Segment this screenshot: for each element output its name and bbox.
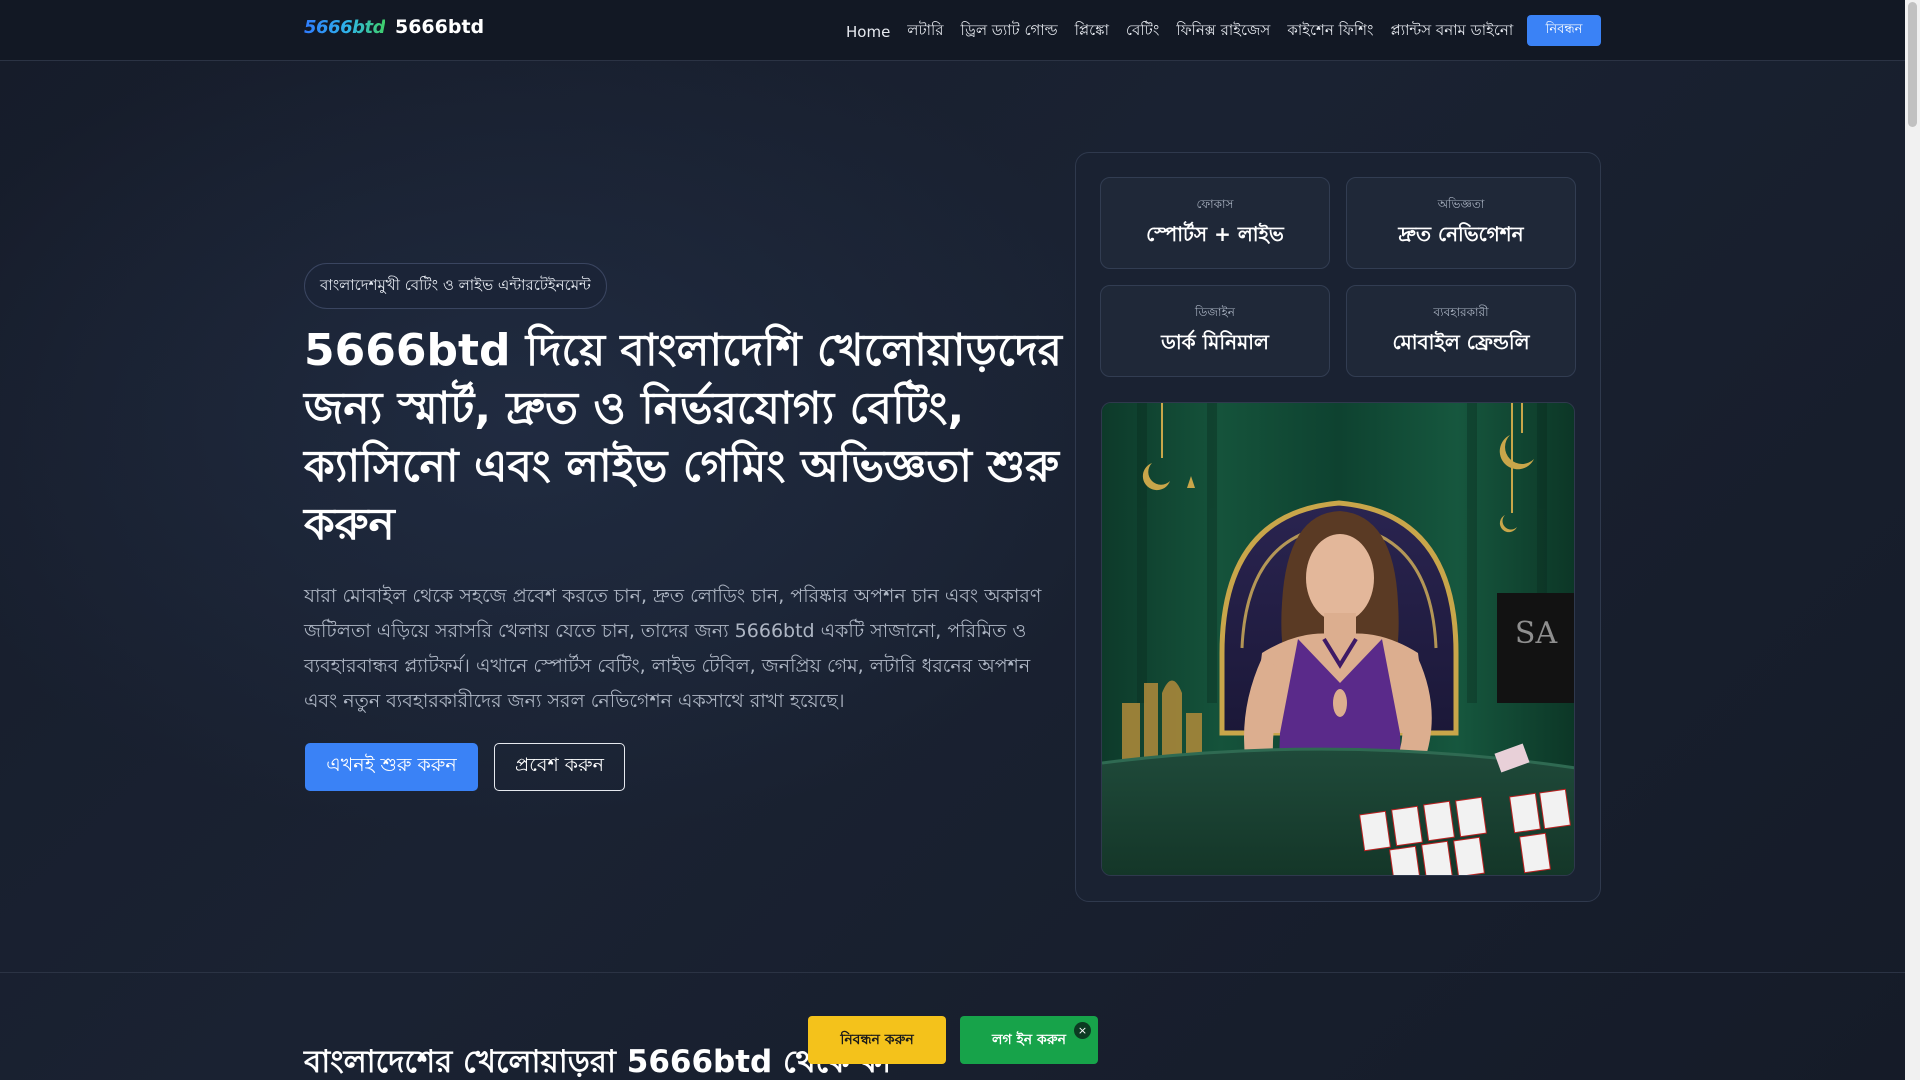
- stat-label: ডিজাইন: [1195, 305, 1235, 319]
- page-scrollbar[interactable]: [1905, 0, 1920, 1080]
- nav-item-lottery[interactable]: লটারি: [907, 19, 943, 44]
- enter-button[interactable]: প্রবেশ করুন: [494, 743, 625, 791]
- nav-item-betting[interactable]: বেটিং: [1126, 19, 1159, 44]
- stat-value: দ্রুত নেভিগেশন: [1398, 222, 1524, 246]
- svg-text:SA: SA: [1515, 616, 1558, 651]
- brand-logo[interactable]: 5666btd: [304, 17, 385, 38]
- main-nav: Home লটারি ড্রিল ড্যাট গোল্ড প্লিঙ্কো বে…: [846, 19, 1513, 44]
- stat-label: অভিজ্ঞতা: [1437, 197, 1485, 211]
- stat-value: স্পোর্টস + লাইভ: [1146, 222, 1284, 246]
- stat-value: মোবাইল ফ্রেন্ডলি: [1392, 330, 1530, 354]
- floating-register-button[interactable]: নিবন্ধন করুন: [808, 1016, 946, 1064]
- site-header: 5666btd 5666btd Home লটারি ড্রিল ড্যাট গ…: [0, 0, 1905, 61]
- hero-title: 5666btd দিয়ে বাংলাদেশি খেলোয়াড়দের জন্…: [304, 325, 1062, 550]
- stat-card-focus: ফোকাস স্পোর্টস + লাইভ: [1100, 177, 1330, 269]
- stat-label: ব্যবহারকারী: [1433, 305, 1489, 319]
- stat-card-design: ডিজাইন ডার্ক মিনিমাল: [1100, 285, 1330, 377]
- brand-name[interactable]: 5666btd: [395, 16, 484, 38]
- brand[interactable]: 5666btd 5666btd: [304, 16, 484, 38]
- start-now-button[interactable]: এখনই শুরু করুন: [305, 743, 478, 791]
- nav-item-home[interactable]: Home: [846, 23, 890, 41]
- live-casino-dealer-image: SA: [1101, 402, 1575, 876]
- header-register-button[interactable]: নিবন্ধন: [1527, 15, 1601, 46]
- hero-badge: বাংলাদেশমুখী বেটিং ও লাইভ এন্টারটেইনমেন্…: [304, 263, 607, 309]
- stat-card-users: ব্যবহারকারী মোবাইল ফ্রেন্ডলি: [1346, 285, 1576, 377]
- stat-value: ডার্ক মিনিমাল: [1161, 330, 1269, 354]
- scrollbar-thumb[interactable]: [1908, 2, 1917, 127]
- nav-item-drill-that-gold[interactable]: ড্রিল ড্যাট গোল্ড: [961, 19, 1058, 44]
- section-title: বাংলাদেশের খেলোয়াড়রা 5666btd থেকে কী: [304, 1044, 892, 1080]
- nav-item-phoenix-rises[interactable]: ফিনিক্স রাইজেস: [1176, 19, 1270, 44]
- nav-item-plants-vs-dino[interactable]: প্ল্যান্টস বনাম ডাইনো: [1390, 19, 1513, 44]
- stat-label: ফোকাস: [1196, 197, 1234, 211]
- section-divider: [0, 972, 1905, 973]
- hero-description: যারা মোবাইল থেকে সহজে প্রবেশ করতে চান, দ…: [304, 585, 1042, 712]
- stat-card-experience: অভিজ্ঞতা দ্রুত নেভিগেশন: [1346, 177, 1576, 269]
- dealer-illustration: SA: [1102, 403, 1574, 875]
- nav-item-plinko[interactable]: প্লিঙ্কো: [1075, 19, 1109, 44]
- close-icon[interactable]: ×: [1074, 1022, 1091, 1039]
- nav-item-kaishen-fishing[interactable]: কাইশেন ফিশিং: [1287, 19, 1373, 44]
